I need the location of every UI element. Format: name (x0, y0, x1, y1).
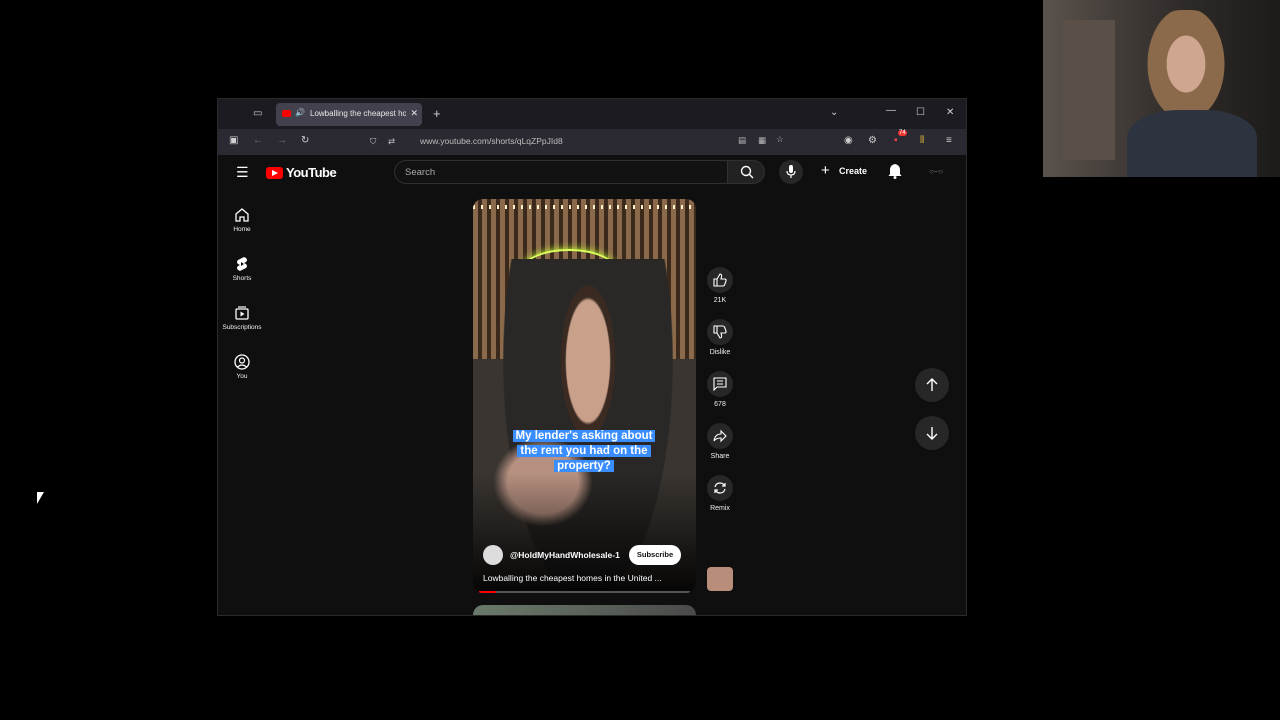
forward-icon[interactable]: → (277, 135, 287, 146)
comments-count: 678 (714, 401, 726, 408)
microphone-icon (786, 165, 796, 178)
video-string-lights (473, 205, 696, 209)
webcam-shelf (1063, 20, 1115, 160)
comments-button[interactable]: 678 (704, 371, 736, 408)
create-label: Create (839, 166, 868, 176)
tab-list-chevron-icon[interactable]: ⌄ (830, 107, 838, 118)
arrow-down-icon (926, 427, 938, 440)
share-label: Share (710, 453, 730, 460)
you-icon (234, 354, 250, 370)
sidebar-label-you: You (236, 373, 248, 380)
video-progress-bar[interactable] (479, 591, 690, 593)
tab-close-icon[interactable]: ✕ (410, 108, 418, 119)
sidebar-label-shorts: Shorts (232, 275, 252, 282)
menu-icon[interactable]: ≡ (946, 135, 952, 146)
subscriptions-icon (235, 306, 249, 320)
comment-icon (713, 377, 727, 391)
like-count: 21K (713, 297, 727, 304)
tab-bar: ▭ 🔊 Lowballing the cheapest ho ✕ + ⌄ — ☐… (218, 99, 966, 129)
youtube-logo-icon[interactable] (266, 167, 283, 179)
share-icon (713, 429, 727, 443)
back-icon[interactable]: ← (253, 135, 263, 146)
browser-window: ▭ 🔊 Lowballing the cheapest ho ✕ + ⌄ — ☐… (217, 98, 967, 616)
remix-label: Remix (710, 505, 730, 512)
shorts-icon (237, 257, 247, 271)
sidebar-item-you[interactable]: You (218, 354, 266, 380)
equalizer-icon[interactable]: ⫴ (920, 135, 924, 146)
home-icon (235, 208, 249, 222)
speaker-icon[interactable]: 🔊 (295, 108, 305, 117)
tab-active[interactable]: 🔊 Lowballing the cheapest ho ✕ (276, 103, 422, 126)
notifications-bell-icon[interactable] (888, 163, 902, 179)
video-caption: My lender's asking about the rent you ha… (508, 429, 660, 474)
extensions-icon[interactable]: ⚙ (868, 135, 877, 146)
extension-badge-count: 74 (898, 130, 907, 136)
extension-badge-icon[interactable]: ▪ (894, 135, 898, 146)
subscribe-button[interactable]: Subscribe (629, 545, 681, 565)
tab-groups-icon[interactable]: ▭ (253, 108, 262, 119)
url-bar[interactable]: ⛉ ⇄ www.youtube.com/shorts/qLqZPpJId8 ▤ … (366, 133, 786, 151)
create-button[interactable]: + Create (815, 160, 875, 184)
channel-avatar[interactable] (483, 545, 503, 565)
sidebar-toggle-icon[interactable]: ▣ (229, 135, 238, 146)
sidebar-item-home[interactable]: Home (218, 207, 266, 233)
hamburger-menu-icon[interactable]: ☰ (236, 164, 249, 181)
webcam-overlay (1043, 0, 1280, 177)
navigation-bar: ▣ ← → ↻ ⛉ ⇄ www.youtube.com/shorts/qLqZP… (218, 129, 966, 155)
close-window-icon[interactable]: ✕ (946, 107, 954, 118)
youtube-page: ☰ YouTube Search + Create ○–○ Home Short… (218, 155, 966, 615)
mouse-cursor-icon (37, 492, 44, 504)
account-avatar-icon[interactable]: ○–○ (929, 167, 943, 176)
next-short-preview[interactable] (473, 605, 696, 615)
maximize-icon[interactable]: ☐ (916, 107, 925, 118)
webcam-presenter-shirt (1127, 110, 1257, 177)
account-icon[interactable]: ◉ (844, 135, 853, 146)
thumbs-up-icon (713, 273, 727, 287)
sidebar-item-shorts[interactable]: Shorts (218, 256, 266, 282)
remix-button[interactable]: Remix (704, 475, 736, 512)
shield-icon[interactable]: ⛉ (370, 136, 376, 147)
new-tab-icon[interactable]: + (433, 106, 441, 121)
search-button[interactable] (727, 160, 765, 184)
share-button[interactable]: Share (704, 423, 736, 460)
search-icon (740, 165, 754, 179)
thumbs-down-icon (713, 325, 727, 339)
voice-search-button[interactable] (779, 160, 803, 184)
sidebar-item-subscriptions[interactable]: Subscriptions (218, 305, 266, 331)
dislike-button[interactable]: Dislike (704, 319, 736, 356)
plus-icon: + (821, 162, 830, 179)
video-progress-fill (479, 591, 496, 593)
youtube-logo-text[interactable]: YouTube (286, 165, 337, 180)
video-title[interactable]: Lowballing the cheapest homes in the Uni… (483, 573, 683, 583)
sidebar-label-home: Home (233, 226, 251, 233)
permissions-icon[interactable]: ⇄ (388, 136, 395, 147)
dislike-label: Dislike (709, 349, 731, 356)
search-placeholder: Search (405, 167, 436, 178)
reload-icon[interactable]: ↻ (301, 135, 309, 146)
youtube-header: ☰ YouTube Search + Create ○–○ (218, 155, 966, 193)
like-button[interactable]: 21K (704, 267, 736, 304)
search-input[interactable]: Search (394, 160, 727, 184)
youtube-favicon-icon (282, 110, 291, 117)
audio-source-thumbnail[interactable] (707, 567, 733, 591)
reader-view-icon[interactable]: ▦ (758, 135, 766, 146)
bookmark-star-icon[interactable]: ☆ (776, 134, 784, 145)
picture-in-picture-icon[interactable]: ▤ (738, 135, 746, 146)
short-video-player[interactable]: My lender's asking about the rent you ha… (473, 199, 696, 593)
previous-short-button[interactable] (915, 368, 949, 402)
minimize-icon[interactable]: — (886, 105, 896, 116)
channel-name[interactable]: @HoldMyHandWholesale-1 (510, 550, 620, 560)
next-short-button[interactable] (915, 416, 949, 450)
sidebar-label-subscriptions: Subscriptions (222, 324, 262, 331)
remix-icon (714, 482, 726, 494)
url-text[interactable]: www.youtube.com/shorts/qLqZPpJId8 (420, 136, 563, 146)
tab-title: Lowballing the cheapest ho (310, 109, 406, 118)
arrow-up-icon (926, 378, 938, 391)
